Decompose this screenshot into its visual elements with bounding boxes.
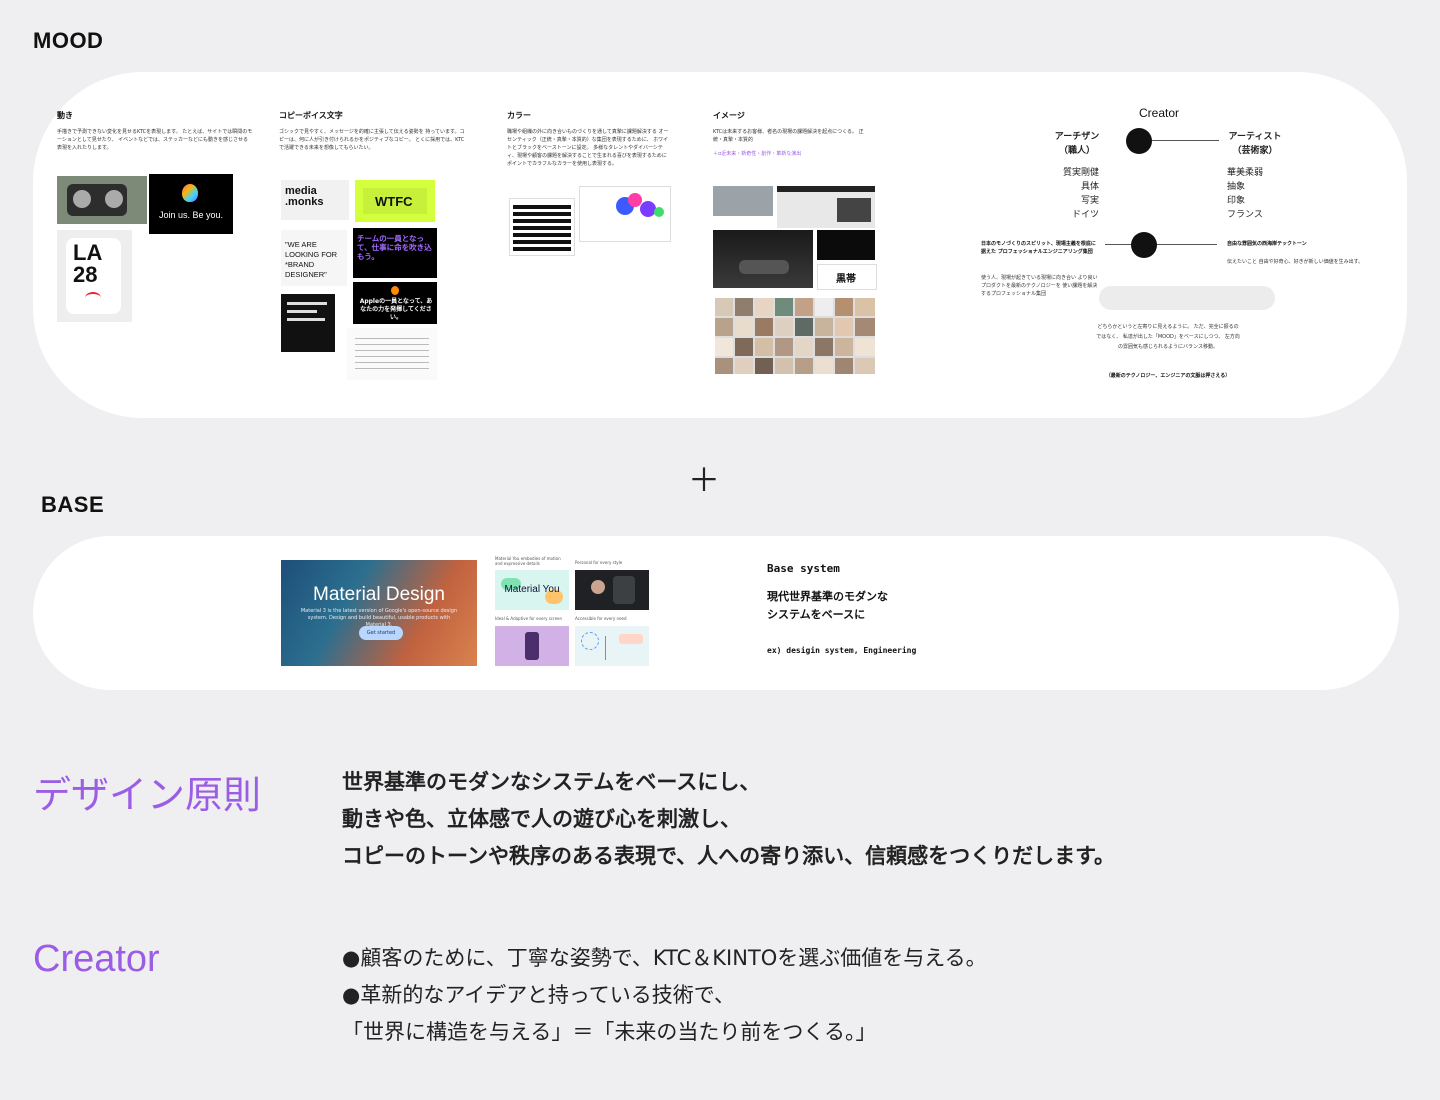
image-thumb-site [777,186,875,228]
copy-thumb-mediamonks: media .monks [281,180,349,220]
base-panel: Material Design Material 3 is the latest… [33,536,1399,690]
motion-thumb-device [57,176,147,224]
creator-scale-left-word-3: 写実 [1080,196,1099,206]
mood-col-copy-text: ゴシックで見やすく、メッセージを的確に主張して伝える姿勢を 持っています。コピー… [279,129,465,151]
mood-col-image-accent: ＋α近未来・新奇性・創作・革新な演出 [713,151,802,157]
paralympic-icon [85,292,101,304]
mood-panel: 動き 手描きで予測できない変化を見せるKTCを表現します。 たとえば、サイトでは… [33,72,1407,418]
md-mini-personal [575,570,649,610]
plus-sign: ＋ [688,461,721,499]
creator-scale-knob-1[interactable] [1126,128,1152,154]
image-thumb-mosaic [715,298,875,374]
mood-col-copy-title: コピーボイス文字 [279,111,343,120]
copy-thumb-wtfc: WTFC [355,180,435,222]
creator-line-3: 「世界に構造を与える」＝「未来の当たり前をつくる。」 [342,1020,877,1044]
kuro-text: 黒帯 [836,274,856,285]
creator-scale-left-word-2: 具体 [1080,182,1099,192]
creator-scale-left-word-1: 質実剛健 [1062,168,1099,178]
creator-scale-right2-title: 自由な雰囲気の西海岸テックトーン [1227,241,1307,247]
la28-bottom-text: 28 [73,262,98,287]
creator-scale-right2-text: 伝えたいこと 自由や好奇心、好きが新しい価値を生み出す。 [1227,259,1364,265]
creator-line-2: ●革新的なアイデアと持っている技術で、 [342,983,735,1007]
md-hero-title: Material Design [313,584,445,605]
apple-copy-text: Appleの一員となって、あなたの力を発揮してください。 [359,298,433,321]
material-design-hero: Material Design Material 3 is the latest… [281,560,477,666]
creator-scale-right-word-4: フランス [1227,210,1263,220]
md-mini-label-2: Personal for every style [575,560,623,565]
image-thumb-dark [817,230,875,260]
creator-scale-left-label: アーチザン （職人） [1054,132,1100,156]
creator-scale-left2-text: 使う人、現場が起きている現場に向き合い より良いプロダクトを最新のテクノロジーを… [981,275,1098,297]
color-thumb-typography [509,198,575,256]
base-system-title: Base system [767,562,840,575]
mood-col-motion-title: 動き [57,111,73,120]
image-thumb-office [713,186,773,216]
mood-col-color-title: カラー [507,111,531,120]
creator-scale-highlight-bar [1099,286,1275,310]
creator-scale-right-label: アーティスト （芸術家） [1228,132,1282,156]
motion-thumb-apple: Join us. Be you. [149,174,233,234]
copy-thumb-applecopy: Appleの一員となって、あなたの力を発揮してください。 [353,282,437,324]
looking-text: "WE ARE LOOKING FOR *BRAND DESIGNER" [285,240,338,279]
md-mini-label-4: Accessible for every need [575,616,627,621]
mood-col-motion-text: 手描きで予測できない変化を見せるKTCを表現します。 たとえば、サイトでは瞬間の… [57,129,253,151]
creator-scale-note2: （最新のテクノロジー、エンジニアの文脈は押さえる） [1105,373,1231,379]
apple-logo-icon [182,184,198,202]
motion-thumb-la28: LA 28 [57,230,132,322]
mediamonks-text: media .monks [285,185,324,208]
design-principle-line-2: 動きや色、立体感で人の遊び心を刺激し、 [342,807,741,831]
mood-col-image-title: イメージ [713,111,745,120]
md-mini-adaptive [495,626,569,666]
md-get-started-button[interactable]: Get started [359,626,403,640]
creator-scale-title: Creator [1139,106,1180,120]
copy-thumb-looking: "WE ARE LOOKING FOR *BRAND DESIGNER" [281,230,347,286]
creator-line-1: ●顧客のために、丁寧な姿勢で、KTC＆KINTOを選ぶ価値を与える。 [342,946,987,970]
creator-scale-right-word-3: 印象 [1227,196,1246,206]
mood-col-color-text: 職場や組織の外に向き合いものづくりを通して真摯に課題解決する オーセンティック（… [507,129,669,167]
creator-heading: Creator [33,938,160,980]
image-thumb-kuro: 黒帯 [817,264,877,290]
creator-scale-left2-title: 日本のモノづくりのスピリット、現場主義を根底に据えた プロフェッショナルエンジニ… [981,241,1096,255]
creator-scale-left-word-4: ドイツ [1071,210,1099,220]
design-principle-heading: デザイン原則 [33,773,262,817]
base-system-example: ex) desigin system, Engineering [767,646,917,655]
md-mini-label-3: Ideal & Adaptive for every screen [495,616,563,621]
base-title: BASE [41,492,105,517]
creator-scale-line-2 [1105,244,1217,245]
color-thumb-dots [579,186,671,242]
copy-thumb-lines [347,328,437,380]
md-mini-material-you: Material You [495,570,569,610]
wtfc-text: WTFC [375,194,413,209]
md-mini-label-1: Material You embodies of motion and expr… [495,556,561,566]
mood-col-image-text: KTCは未来するお客様、者名の現場の課題解決を起点につくる。 正統・真摯・本質的 [713,129,864,143]
material-you-text: Material You [504,584,560,595]
team-copy-text: チームの一員となって、仕事に命を吹き込もう。 [357,234,432,261]
apple-join-text: Join us. Be you. [158,210,224,220]
creator-scale-knob-2[interactable] [1131,232,1157,258]
creator-scale-note: どちらかというと左寄りに見えるように。 ただ、完全に振るのではなく、 私達が出し… [1096,324,1240,350]
design-principle-line-3: コピーのトーンや秩序のある表現で、人への寄り添い、信頼感をつくりだします。 [342,844,1116,868]
creator-scale-right-word-2: 抽象 [1227,182,1246,192]
apple-orange-icon [391,286,399,295]
creator-scale-right-word-1: 華美柔弱 [1227,168,1264,178]
base-system-body: 現代世界基準のモダンな システムをベースに [767,590,888,621]
md-mini-accessible [575,626,649,666]
design-principle-line-1: 世界基準のモダンなシステムをベースにし、 [342,770,761,794]
copy-thumb-hype [281,294,335,352]
mood-title: MOOD [33,28,104,53]
image-thumb-car [713,230,813,288]
copy-thumb-team: チームの一員となって、仕事に命を吹き込もう。 [353,228,437,278]
